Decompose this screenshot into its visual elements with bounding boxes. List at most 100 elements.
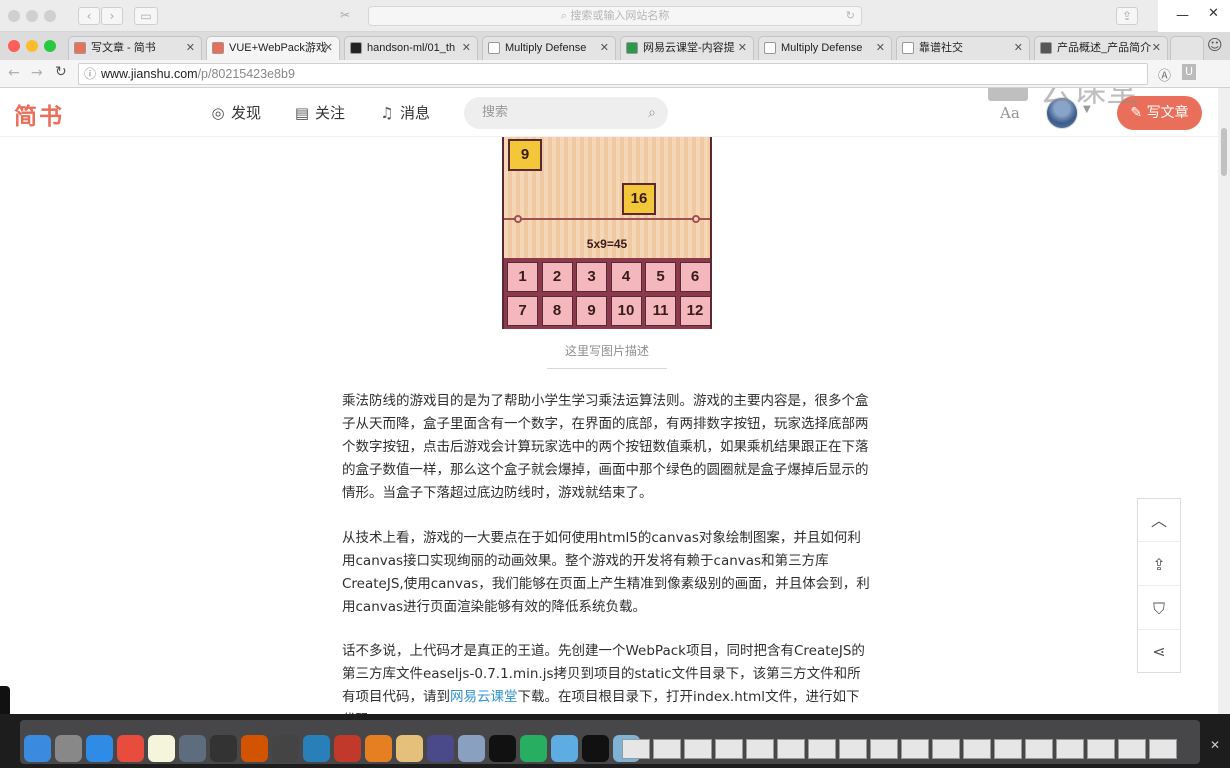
reload-icon[interactable]: ↻ bbox=[55, 64, 67, 80]
extension-a-icon[interactable]: Ⓐ bbox=[1158, 65, 1171, 84]
dock-window-thumbnail[interactable] bbox=[901, 739, 929, 759]
dock-window-thumbnail[interactable] bbox=[746, 739, 774, 759]
chevron-up-icon[interactable]: ︿ bbox=[1138, 499, 1180, 542]
dock-window-thumbnail[interactable] bbox=[839, 739, 867, 759]
zoom-window-icon[interactable] bbox=[44, 10, 56, 22]
upload-icon[interactable]: ⇪ bbox=[1138, 543, 1180, 586]
tab-close-icon[interactable]: ✕ bbox=[876, 37, 885, 59]
tab-close-icon[interactable]: ✕ bbox=[1014, 37, 1023, 59]
dock-window-thumbnail[interactable] bbox=[622, 739, 650, 759]
close-icon[interactable]: ✕ bbox=[1210, 738, 1220, 752]
dock-app-icon[interactable] bbox=[458, 735, 485, 762]
top-search-field[interactable]: ⌕ 搜索或输入网站名称 ↻ bbox=[368, 6, 862, 26]
nav-messages[interactable]: ♫ 消息 bbox=[378, 102, 430, 124]
dock-app-icon[interactable] bbox=[210, 735, 237, 762]
site-search-input[interactable]: 搜索 ⌕ bbox=[464, 97, 668, 129]
close-icon[interactable]: ✕ bbox=[1208, 6, 1219, 21]
tab-label: Multiply Defense bbox=[781, 42, 863, 54]
scroll-thumb[interactable] bbox=[1221, 128, 1227, 176]
dock-window-thumbnail[interactable] bbox=[1025, 739, 1053, 759]
reload-icon[interactable]: ↻ bbox=[846, 7, 855, 25]
dock-app-icon[interactable] bbox=[396, 735, 423, 762]
page-scrollbar[interactable] bbox=[1218, 88, 1230, 714]
browser-tab[interactable]: 产品概述_产品简介 ✕ bbox=[1034, 36, 1168, 60]
dock-app-icon[interactable] bbox=[551, 735, 578, 762]
caption-divider bbox=[547, 368, 667, 369]
tab-close-icon[interactable]: ✕ bbox=[1152, 37, 1161, 59]
minimize-window-icon[interactable] bbox=[26, 10, 38, 22]
dock-app-icon[interactable] bbox=[179, 735, 206, 762]
browser-tab[interactable]: VUE+WebPack游戏 ✕ bbox=[206, 36, 340, 60]
dock-app-icon[interactable] bbox=[520, 735, 547, 762]
dock-window-thumbnail[interactable] bbox=[1087, 739, 1115, 759]
dock-app-icon[interactable] bbox=[24, 735, 51, 762]
netease-course-link[interactable]: 网易云课堂 bbox=[450, 689, 518, 705]
site-logo[interactable]: 简书 bbox=[14, 97, 64, 131]
dock-window-thumbnail[interactable] bbox=[963, 739, 991, 759]
nav-discover[interactable]: ◎ 发现 bbox=[209, 102, 261, 124]
profile-icon[interactable]: ☺ bbox=[1207, 36, 1223, 54]
browser-tab[interactable]: Multiply Defense ✕ bbox=[758, 36, 892, 60]
dock-window-thumbnail[interactable] bbox=[777, 739, 805, 759]
forward-arrow-icon[interactable]: → bbox=[31, 65, 43, 81]
tools-icon[interactable]: ✂ bbox=[332, 7, 358, 25]
tab-close-icon[interactable]: ✕ bbox=[738, 37, 747, 59]
dock-app-icon[interactable] bbox=[241, 735, 268, 762]
dock-window-thumbnail[interactable] bbox=[1056, 739, 1084, 759]
extension-u-icon[interactable]: U bbox=[1182, 64, 1196, 80]
tab-close-icon[interactable]: ✕ bbox=[600, 37, 609, 59]
dock-window-thumbnail[interactable] bbox=[870, 739, 898, 759]
dock-app-icon[interactable] bbox=[334, 735, 361, 762]
url-field[interactable]: ⓘ www.jianshu.com/p/80215423e8b9 bbox=[78, 63, 1148, 85]
tab-favicon-icon bbox=[350, 42, 362, 54]
share-page-icon[interactable]: ⇪ bbox=[1116, 7, 1138, 25]
font-size-toggle[interactable]: Aa bbox=[1000, 104, 1020, 122]
nav-follow[interactable]: ▤ 关注 bbox=[293, 102, 345, 124]
dock-app-icon[interactable] bbox=[303, 735, 330, 762]
tab-close-icon[interactable]: ✕ bbox=[186, 37, 195, 59]
dock-app-icon[interactable] bbox=[427, 735, 454, 762]
tab-close-icon[interactable]: ✕ bbox=[462, 37, 471, 59]
share-icon[interactable]: ⋖ bbox=[1138, 630, 1180, 673]
page: 简书 ◎ 发现 ▤ 关注 ♫ 消息 搜索 ⌕ Aa ▼ ✎ 写文章 9 16 5… bbox=[0, 88, 1218, 714]
dock-window-thumbnail[interactable] bbox=[994, 739, 1022, 759]
dock-window-thumbnail[interactable] bbox=[684, 739, 712, 759]
browser-tab[interactable]: 靠谱社交 ✕ bbox=[896, 36, 1030, 60]
forward-icon[interactable]: › bbox=[101, 7, 123, 25]
close-dot-icon[interactable] bbox=[8, 40, 20, 52]
dock-window-thumbnail[interactable] bbox=[1149, 739, 1177, 759]
dock-app-icon[interactable] bbox=[489, 735, 516, 762]
minimize-icon[interactable]: — bbox=[1176, 8, 1189, 23]
dock-window-thumbnail[interactable] bbox=[808, 739, 836, 759]
dock-window-thumbnail[interactable] bbox=[1118, 739, 1146, 759]
dock-app-icon[interactable] bbox=[148, 735, 175, 762]
browser-tab[interactable]: 网易云课堂-内容提 ✕ bbox=[620, 36, 754, 60]
dock-app-icon[interactable] bbox=[86, 735, 113, 762]
bookmark-icon[interactable]: ⛉ bbox=[1138, 587, 1180, 630]
close-window-icon[interactable] bbox=[8, 10, 20, 22]
search-icon[interactable]: ⌕ bbox=[648, 97, 656, 129]
tab-close-icon[interactable]: ✕ bbox=[324, 37, 333, 59]
dock-app-icon[interactable] bbox=[582, 735, 609, 762]
dock-window-thumbnail[interactable] bbox=[932, 739, 960, 759]
dock-window-thumbnail[interactable] bbox=[653, 739, 681, 759]
new-tab-button[interactable] bbox=[1170, 36, 1204, 60]
browser-tab[interactable]: 写文章 - 简书 ✕ bbox=[68, 36, 202, 60]
dock-window-thumbnail[interactable] bbox=[715, 739, 743, 759]
back-icon[interactable]: ‹ bbox=[78, 7, 100, 25]
back-arrow-icon[interactable]: ← bbox=[8, 65, 20, 81]
zoom-dot-icon[interactable] bbox=[44, 40, 56, 52]
dock-app-icon[interactable] bbox=[117, 735, 144, 762]
article-paragraph: 乘法防线的游戏目的是为了帮助小学生学习乘法运算法则。游戏的主要内容是，很多个盒子… bbox=[342, 393, 869, 501]
number-key: 12 bbox=[679, 296, 711, 326]
bell-icon: ♫ bbox=[380, 104, 394, 122]
info-icon[interactable]: ⓘ bbox=[84, 64, 96, 84]
minimize-dot-icon[interactable] bbox=[26, 40, 38, 52]
dock-app-icon[interactable] bbox=[365, 735, 392, 762]
browser-tab[interactable]: Multiply Defense ✕ bbox=[482, 36, 616, 60]
dock-app-icon[interactable] bbox=[272, 735, 299, 762]
dock-app-icon[interactable] bbox=[55, 735, 82, 762]
browser-tab[interactable]: handson-ml/01_th ✕ bbox=[344, 36, 478, 60]
defense-line-endpoint bbox=[692, 215, 700, 223]
sidebar-icon[interactable]: ▭ bbox=[134, 7, 158, 25]
